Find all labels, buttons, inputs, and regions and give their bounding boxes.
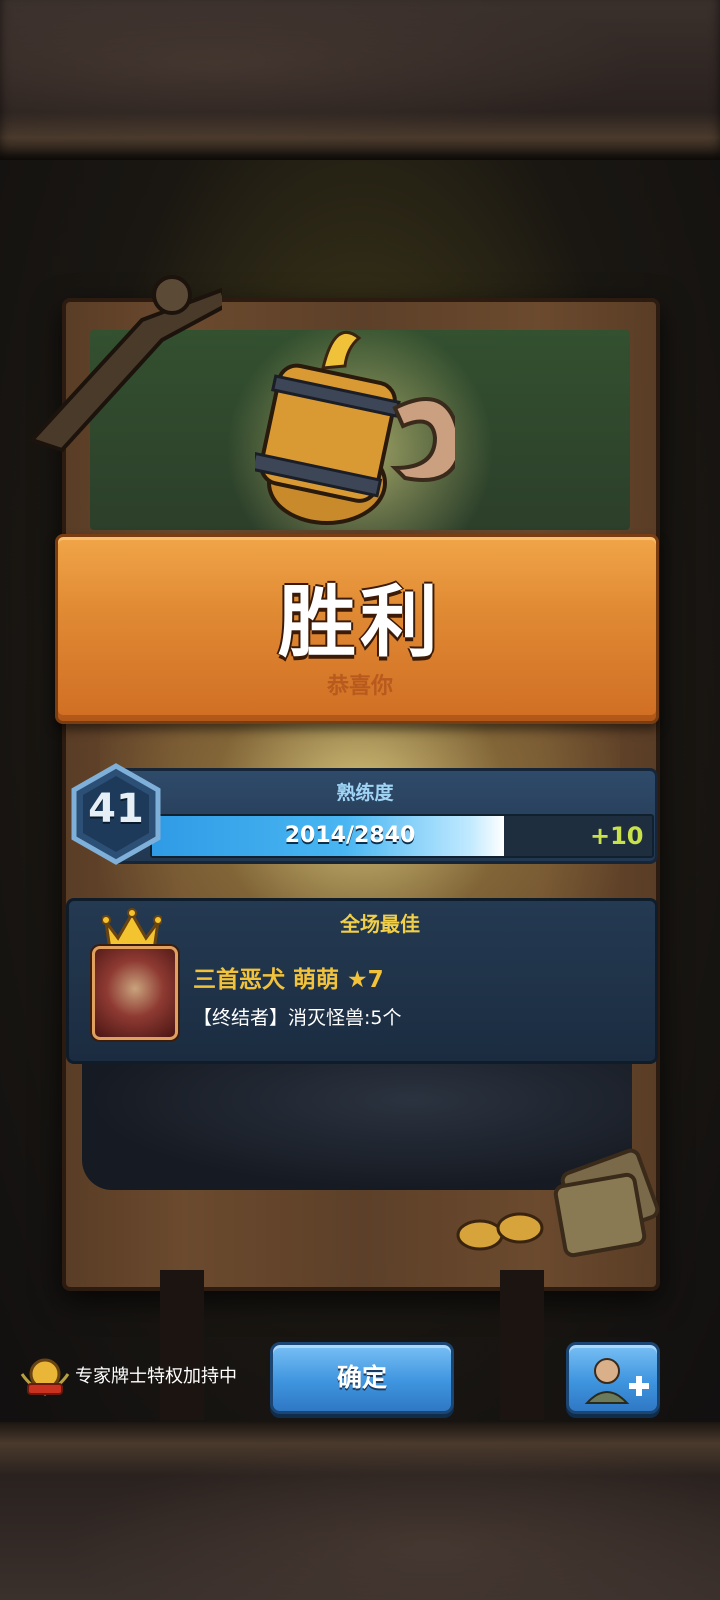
add-friend-button[interactable] bbox=[566, 1342, 660, 1414]
pistol-icon bbox=[28, 275, 222, 453]
proficiency-progress-text: 2014/2840 bbox=[284, 823, 416, 848]
proficiency-gain: +10 bbox=[590, 822, 644, 850]
mvp-unit-description: 【终结者】消灭怪兽:5个 bbox=[193, 1007, 402, 1029]
mvp-unit-name: 三首恶犬 萌萌 ★7 bbox=[193, 967, 384, 993]
top-frame bbox=[0, 0, 720, 160]
victory-subtitle: 恭喜你 bbox=[326, 674, 393, 699]
beer-mug-icon bbox=[255, 330, 455, 525]
victory-title: 胜利 bbox=[277, 578, 442, 668]
confirm-button[interactable]: 确定 bbox=[270, 1342, 454, 1414]
table-leg-left bbox=[160, 1270, 204, 1420]
mvp-label: 全场最佳 bbox=[340, 912, 420, 936]
bottom-frame bbox=[0, 1422, 720, 1600]
table-leg-right bbox=[500, 1270, 544, 1420]
mvp-unit-portrait[interactable] bbox=[92, 946, 178, 1040]
add-friend-icon bbox=[584, 1358, 649, 1404]
expert-status-text: 专家牌士特权加持中 bbox=[75, 1366, 237, 1387]
expert-medal-icon bbox=[20, 1358, 70, 1396]
coins-and-cards-icon bbox=[456, 1148, 660, 1258]
proficiency-label: 熟练度 bbox=[336, 782, 394, 804]
level-number: 41 bbox=[88, 786, 144, 832]
